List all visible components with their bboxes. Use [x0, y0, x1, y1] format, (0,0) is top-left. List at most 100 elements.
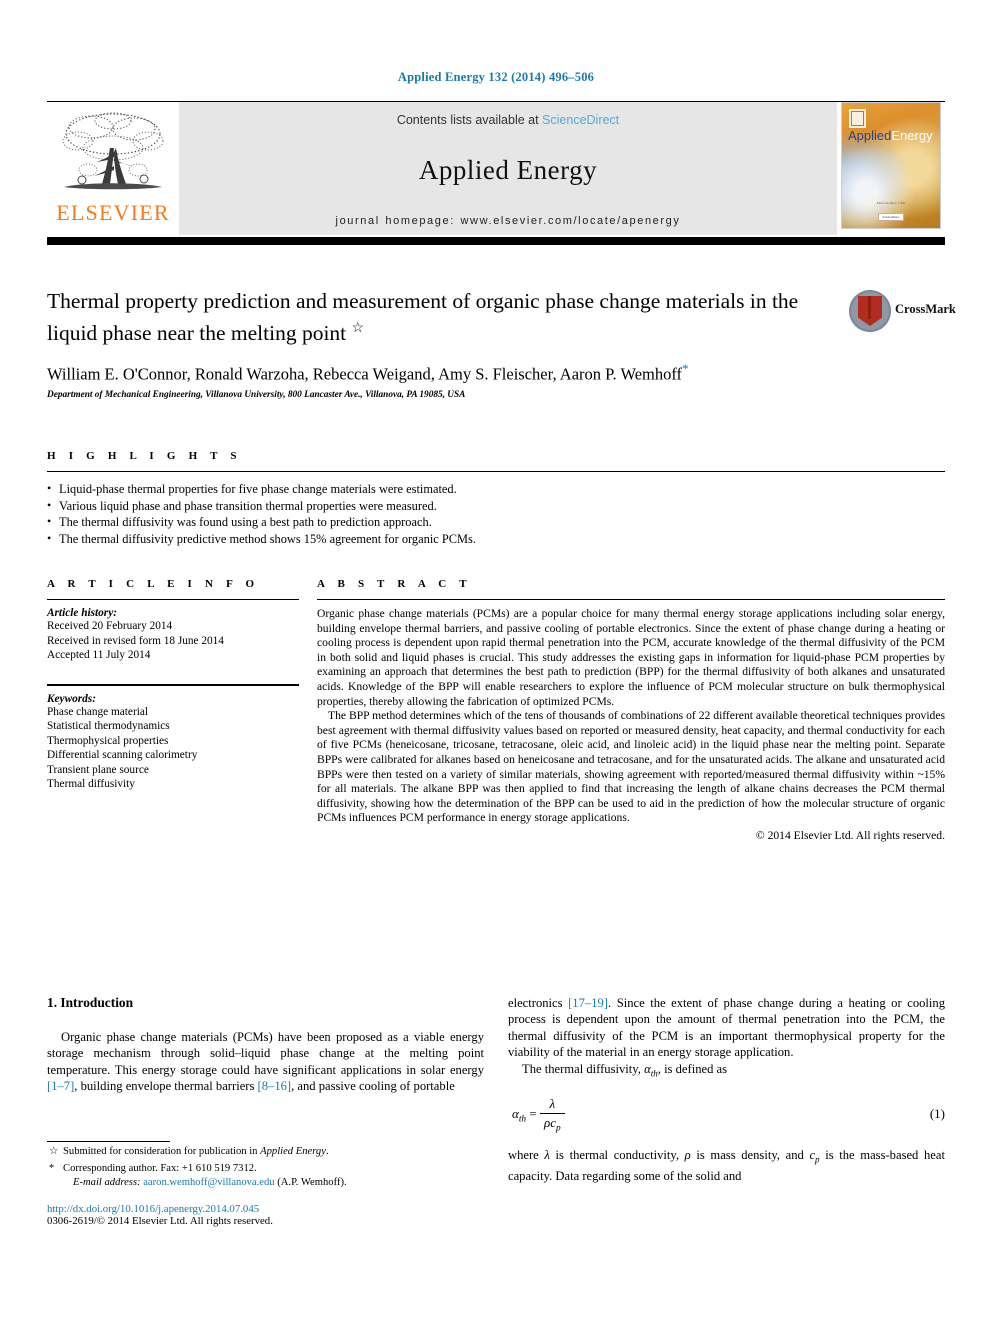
elsevier-tree-icon: [62, 112, 164, 190]
abstract-copyright: © 2014 Elsevier Ltd. All rights reserved…: [755, 828, 945, 842]
cover-title-part1: Applied: [848, 128, 892, 143]
journal-header-band: Contents lists available at ScienceDirec…: [179, 102, 837, 235]
article-history-item: Received in revised form 18 June 2014: [47, 634, 224, 647]
equation-equals: =: [529, 1105, 537, 1121]
footnote-submitted-text-b: .: [325, 1146, 329, 1157]
keyword-item: Statistical thermodynamics: [47, 720, 170, 732]
highlights-list: Liquid-phase thermal properties for five…: [47, 480, 945, 548]
cover-sciencedirect-box: ScienceDirect: [877, 213, 905, 221]
intro-paragraph-left: Organic phase change materials (PCMs) ha…: [47, 1029, 484, 1095]
keyword-item: Differential scanning calorimetry: [47, 749, 198, 761]
highlights-section: H I G H L I G H T S Liquid-phase thermal…: [47, 450, 945, 547]
footnotes-section: ☆ Submitted for consideration for publica…: [47, 1141, 484, 1227]
equation-number: (1): [929, 1106, 945, 1122]
article-title-text: Thermal property prediction and measurem…: [47, 289, 799, 346]
journal-cover-image: AppliedEnergy Editor-in-Chief: J. Yan Sc…: [841, 102, 941, 229]
contents-available-line: Contents lists available at ScienceDirec…: [397, 113, 619, 127]
footnote-submitted-text-a: Submitted for consideration for publicat…: [63, 1146, 261, 1157]
footnote-email-line: E-mail address: aaron.wemhoff@villanova.…: [47, 1176, 484, 1190]
keywords-rule: [47, 683, 299, 686]
expl-a: where: [508, 1148, 545, 1163]
journal-header: ELSEVIER Contents lists available at Sci…: [47, 101, 945, 245]
info-abstract-row: A R T I C L E I N F O Article history: R…: [47, 578, 945, 842]
article-info-heading: A R T I C L E I N F O: [47, 578, 260, 590]
citation-link[interactable]: [8–16]: [258, 1079, 292, 1093]
keyword-item: Phase change material: [47, 705, 148, 718]
keyword-item: Transient plane source: [47, 763, 149, 776]
header-bottom-bar: [47, 237, 945, 245]
equation-numerator: λ: [549, 1095, 556, 1111]
equation-explanation-paragraph: where λ is thermal conductivity, ρ is ma…: [508, 1147, 945, 1184]
email-address-label: E-mail address:: [73, 1177, 141, 1188]
footnote-journal-name: Applied Energy: [260, 1146, 326, 1157]
running-head: Applied Energy 132 (2014) 496–506: [397, 70, 595, 84]
highlights-rule: [47, 471, 945, 472]
expl-c: is mass density, and: [690, 1148, 810, 1163]
footnote-rule: [47, 1141, 170, 1142]
article-info-section: A R T I C L E I N F O Article history: R…: [47, 578, 299, 842]
list-item: The thermal diffusivity was found using …: [47, 513, 945, 531]
equation-1-body: αth = λ ρcp: [508, 1095, 930, 1134]
list-item: The thermal diffusivity predictive metho…: [47, 530, 945, 548]
doi-link[interactable]: http://dx.doi.org/10.1016/j.apenergy.201…: [47, 1203, 484, 1215]
equation-1: αth = λ ρcp (1): [508, 1096, 945, 1134]
cover-editor-line: Editor-in-Chief: J. Yan: [876, 202, 906, 205]
issn-copyright: 0306-2619/© 2014 Elsevier Ltd. All right…: [47, 1215, 273, 1227]
highlights-heading: H I G H L I G H T S: [47, 450, 242, 462]
equation-denominator: ρcp: [539, 1112, 565, 1134]
alpha-symbol: α: [644, 1061, 651, 1076]
abstract-heading: A B S T R A C T: [317, 578, 472, 590]
intro-text-c: , and passive cooling of portable: [291, 1079, 455, 1094]
crossmark-label: CrossMark: [895, 302, 956, 316]
footnote-asterisk-mark: *: [49, 1163, 55, 1174]
equation-c-subscript: p: [555, 1123, 561, 1134]
keyword-item: Thermal diffusivity: [47, 778, 135, 790]
page-title: Thermal property prediction and measurem…: [47, 288, 817, 347]
cover-title-part2: Energy: [891, 128, 933, 143]
email-link[interactable]: aaron.wemhoff@villanova.edu: [143, 1177, 274, 1188]
citation-link[interactable]: [1–7]: [47, 1079, 74, 1093]
crossmark-badge[interactable]: CrossMark: [849, 288, 956, 338]
abstract-section: A B S T R A C T Organic phase change mat…: [317, 578, 945, 842]
article-history-label: Article history:: [47, 607, 117, 619]
keyword-item: Thermophysical properties: [47, 734, 169, 747]
list-item: Various liquid phase and phase transitio…: [47, 497, 945, 515]
list-item: Liquid-phase thermal properties for five…: [47, 480, 945, 498]
intro-text-a: Organic phase change materials (PCMs) ha…: [47, 1030, 484, 1077]
footnote-submitted: ☆ Submitted for consideration for publica…: [47, 1145, 484, 1159]
title-footnote-mark: ☆: [351, 321, 365, 336]
elsevier-logo: ELSEVIER: [47, 102, 179, 235]
intro-text-d: electronics: [508, 996, 569, 1010]
journal-article-page: Applied Energy 132 (2014) 496–506 ELSEVI…: [0, 0, 992, 1323]
cover-title: AppliedEnergy: [848, 129, 936, 142]
diffusivity-text-b: , is defined as: [657, 1061, 728, 1076]
cover-footer: Editor-in-Chief: J. Yan ScienceDirect: [842, 202, 940, 223]
author-names: William E. O'Connor, Ronald Warzoha, Reb…: [47, 364, 683, 384]
article-info-rule: [47, 599, 299, 600]
abstract-paragraph: The BPP method determines which of the t…: [317, 709, 945, 825]
contents-prefix: Contents lists available at: [396, 113, 543, 127]
cover-publisher-mark-icon: [849, 109, 866, 128]
journal-title: Applied Energy: [418, 154, 598, 185]
title-block: CrossMark Thermal property prediction an…: [47, 288, 956, 400]
keywords-label: Keywords:: [47, 692, 96, 705]
author-list: William E. O'Connor, Ronald Warzoha, Reb…: [47, 361, 857, 385]
journal-homepage[interactable]: journal homepage: www.elsevier.com/locat…: [336, 215, 681, 227]
footnote-corresponding-text: Corresponding author. Fax: +1 610 519 73…: [63, 1163, 257, 1174]
abstract-rule: [317, 599, 945, 600]
email-owner: (A.P. Wemhoff).: [277, 1177, 347, 1188]
article-history-item: Received 20 February 2014: [47, 620, 173, 632]
equation-lhs-subscript: th: [518, 1113, 527, 1124]
body-column-right: electronics [17–19]. Since the extent of…: [508, 995, 945, 1184]
citation-link[interactable]: [17–19]: [568, 996, 608, 1010]
corresponding-author-mark: *: [682, 361, 689, 377]
elsevier-wordmark: ELSEVIER: [56, 200, 170, 225]
journal-cover-cell: AppliedEnergy Editor-in-Chief: J. Yan Sc…: [837, 102, 945, 235]
diffusivity-definition-paragraph: The thermal diffusivity, αth, is defined…: [508, 1061, 945, 1082]
intro-paragraph-right: electronics [17–19]. Since the extent of…: [508, 995, 945, 1061]
sciencedirect-link[interactable]: ScienceDirect: [542, 113, 619, 127]
affiliation: Department of Mechanical Engineering, Vi…: [47, 389, 466, 400]
intro-text-b: , building envelope thermal barriers: [74, 1079, 258, 1094]
section-heading-introduction: 1. Introduction: [47, 995, 134, 1010]
alpha-subscript: th: [650, 1068, 658, 1079]
